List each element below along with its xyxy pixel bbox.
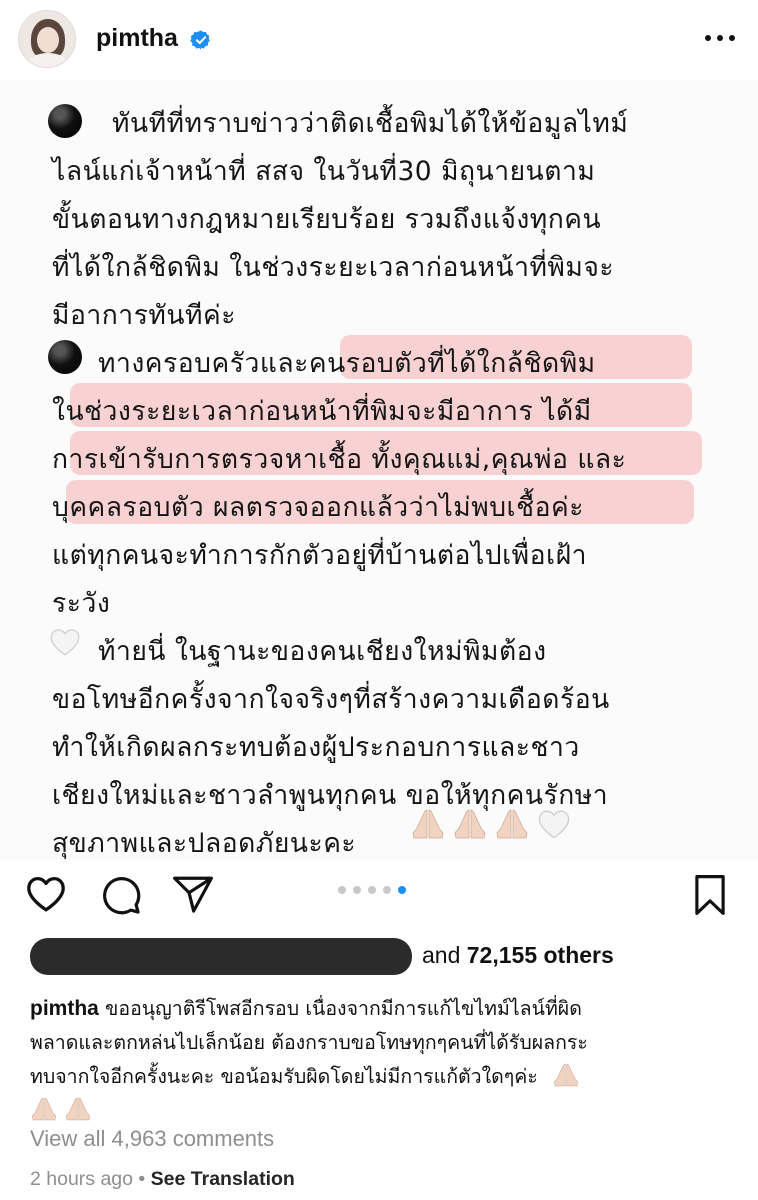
caption-text: ทบจากใจอีกครั้งนะคะ ขอน้อมรับผิดโดยไม่มี…: [30, 1065, 538, 1088]
caption-text: ขออนุญาติรีโพสอีกรอบ เนื่องจากมีการแก้ไข…: [105, 997, 582, 1020]
caption-text: พลาดและตกหล่นไปเล็กน้อย ต้องกราบขอโทษทุก…: [30, 1031, 588, 1054]
caption: pimtha ขออนุญาติรีโพสอีกรอบ เนื่องจากมีก…: [30, 992, 740, 1128]
view-all-comments-link[interactable]: View all 4,963 comments: [30, 1126, 274, 1152]
post-header: pimtha: [0, 0, 758, 80]
post-text-line: บุคคลรอบตัว ผลตรวจออกแล้วว่าไม่พบเชื้อค่…: [52, 492, 584, 523]
avatar[interactable]: [18, 10, 76, 68]
post-text-line: ทางครอบครัวและคนรอบตัวที่ได้ใกล้ชิดพิม: [98, 348, 596, 379]
post-text-line: สุขภาพและปลอดภัยนะคะ: [52, 828, 357, 859]
separator: •: [138, 1168, 146, 1190]
post-text-line: ขอโทษอีกครั้งจากใจจริงๆที่สร้างความเดือด…: [52, 684, 610, 715]
post-meta: 2 hours ago • See Translation: [30, 1168, 295, 1191]
username[interactable]: pimtha: [96, 24, 178, 53]
likes-count[interactable]: and 72,155 others: [422, 942, 614, 969]
post-text-line: ที่ได้ใกล้ชิดพิม ในช่วงระยะเวลาก่อนหน้าท…: [52, 252, 615, 283]
carousel-dot: [338, 886, 346, 894]
bookmark-icon[interactable]: [692, 874, 728, 916]
comment-icon[interactable]: [100, 874, 142, 916]
folded-hands-icon: [554, 1063, 578, 1087]
post-text-line: ในช่วงระยะเวลาก่อนหน้าที่พิมจะมีอาการ ได…: [52, 396, 592, 427]
post-text-line: การเข้ารับการตรวจหาเชื้อ ทั้งคุณแม่,คุณพ…: [52, 444, 627, 475]
post-text-line: มีอาการทันทีค่ะ: [52, 300, 236, 331]
more-options-button[interactable]: [700, 26, 740, 50]
post-text-line: แต่ทุกคนจะทำการกักตัวอยู่ที่บ้านต่อไปเพื…: [52, 540, 588, 571]
heart-icon[interactable]: [24, 874, 68, 914]
carousel-dot-active: [398, 886, 406, 894]
post-end-emojis: [410, 806, 572, 842]
folded-hands-icon: [496, 809, 528, 839]
carousel-dot: [383, 886, 391, 894]
post-text-line: ท้ายนี่ ในฐานะของคนเชียงใหม่พิมต้อง: [98, 636, 547, 667]
black-circle-bullet-icon: [48, 104, 82, 138]
post-text-line: ระวัง: [52, 588, 111, 619]
post-text-line: ทันทีที่ทราบข่าวว่าติดเชื้อพิมได้ให้ข้อม…: [112, 108, 629, 139]
redacted-likers: [30, 938, 412, 975]
post-text-line: ทำให้เกิดผลกระทบต้องผู้ประกอบการและชาว: [52, 732, 580, 763]
post-image[interactable]: ทันทีที่ทราบข่าวว่าติดเชื้อพิมได้ให้ข้อม…: [0, 80, 758, 860]
likes-row[interactable]: and 72,155 others: [30, 938, 730, 978]
see-translation-link[interactable]: See Translation: [151, 1168, 295, 1190]
folded-hands-icon: [454, 809, 486, 839]
caption-username[interactable]: pimtha: [30, 997, 99, 1020]
carousel-dot: [368, 886, 376, 894]
folded-hands-icon: [412, 809, 444, 839]
timestamp: 2 hours ago: [30, 1168, 133, 1190]
post-text-line: ไลน์แก่เจ้าหน้าที่ สสจ ในวันที่30 มิถุนา…: [52, 156, 596, 187]
folded-hands-icon: [32, 1097, 56, 1121]
carousel-indicator: [338, 886, 406, 894]
action-bar: [0, 860, 758, 930]
post-text-line: ขั้นตอนทางกฎหมายเรียบร้อย รวมถึงแจ้งทุกค…: [52, 204, 602, 235]
carousel-dot: [353, 886, 361, 894]
folded-hands-icon: [66, 1097, 91, 1121]
black-circle-bullet-icon: [48, 340, 82, 374]
more-horizontal-icon: [705, 35, 711, 41]
verified-badge-icon: [190, 30, 210, 50]
white-heart-icon: [538, 810, 570, 839]
white-heart-bullet-icon: [50, 629, 80, 656]
share-icon[interactable]: [172, 874, 214, 914]
